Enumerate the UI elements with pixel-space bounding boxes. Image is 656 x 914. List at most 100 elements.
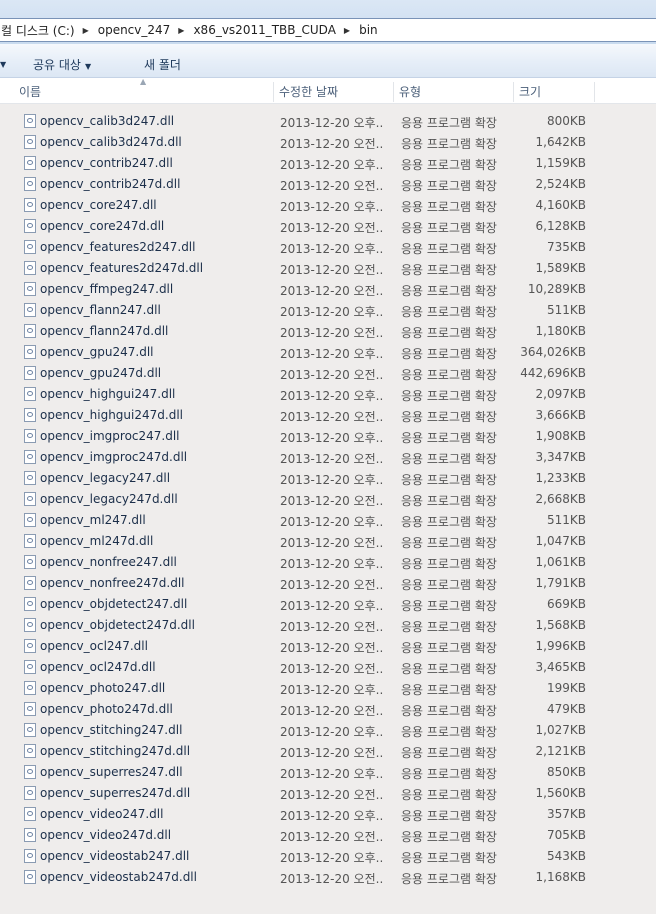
file-type: 응용 프로그램 확장 [401,179,497,193]
file-row[interactable]: opencv_features2d247.dll 2013-12-20 오후...… [0,237,656,258]
file-name: opencv_gpu247.dll [40,345,154,359]
breadcrumb-chevron-icon[interactable]: ▶ [83,26,89,35]
file-row[interactable]: opencv_imgproc247d.dll 2013-12-20 오전... 응용… [0,447,656,468]
file-row[interactable]: opencv_gpu247.dll 2013-12-20 오후... 응용 프로그램… [0,342,656,363]
file-date-modified: 2013-12-20 오후... [280,347,383,361]
breadcrumb-chevron-icon[interactable]: ▶ [344,26,350,35]
dll-file-icon [24,597,36,611]
column-size[interactable]: 크기 [514,78,594,103]
dll-file-icon [24,156,36,170]
breadcrumb-build[interactable]: x86_vs2011_TBB_CUDA [193,23,335,37]
file-row[interactable]: opencv_videostab247d.dll 2013-12-20 오전...… [0,867,656,888]
file-row[interactable]: opencv_ml247.dll 2013-12-20 오후... 응용 프로그램 … [0,510,656,531]
dll-file-icon [24,429,36,443]
breadcrumb-chevron-icon[interactable]: ▶ [178,26,184,35]
file-type: 응용 프로그램 확장 [401,200,497,214]
dll-file-icon [24,576,36,590]
file-row[interactable]: opencv_flann247d.dll 2013-12-20 오전... 응용 프… [0,321,656,342]
file-row[interactable]: opencv_objdetect247d.dll 2013-12-20 오전...… [0,615,656,636]
file-size: 1,589KB [535,261,586,275]
file-row[interactable]: opencv_superres247.dll 2013-12-20 오후... 응용… [0,762,656,783]
dll-file-icon [24,639,36,653]
dll-file-icon [24,807,36,821]
file-row[interactable]: opencv_core247d.dll 2013-12-20 오전... 응용 프로… [0,216,656,237]
breadcrumb-drive[interactable]: 컬 디스크 (C:) [1,22,75,39]
file-row[interactable]: opencv_calib3d247.dll 2013-12-20 오후... 응용 … [0,111,656,132]
file-row[interactable]: opencv_legacy247.dll 2013-12-20 오후... 응용 프… [0,468,656,489]
file-row[interactable]: opencv_gpu247d.dll 2013-12-20 오전... 응용 프로그… [0,363,656,384]
dll-file-icon [24,681,36,695]
file-row[interactable]: opencv_stitching247.dll 2013-12-20 오후... 응… [0,720,656,741]
file-row[interactable]: opencv_video247.dll 2013-12-20 오후... 응용 프로… [0,804,656,825]
file-size: 735KB [546,240,586,254]
column-name[interactable]: 이름 [14,78,273,103]
file-date-modified: 2013-12-20 오후... [280,431,383,445]
file-type: 응용 프로그램 확장 [401,347,497,361]
file-name: opencv_imgproc247.dll [40,429,180,443]
dll-file-icon [24,765,36,779]
file-row[interactable]: opencv_highgui247.dll 2013-12-20 오후... 응용 … [0,384,656,405]
file-row[interactable]: opencv_calib3d247d.dll 2013-12-20 오전... 응용… [0,132,656,153]
new-folder-button[interactable]: 새 폴더 [144,56,181,73]
file-date-modified: 2013-12-20 오후... [280,809,383,823]
file-date-modified: 2013-12-20 오후... [280,116,383,130]
file-type: 응용 프로그램 확장 [401,641,497,655]
file-row[interactable]: opencv_nonfree247.dll 2013-12-20 오후... 응용 … [0,552,656,573]
file-name: opencv_imgproc247d.dll [40,450,188,464]
file-size: 1,642KB [535,135,586,149]
file-size: 10,289KB [527,282,586,296]
column-type[interactable]: 유형 [394,78,513,103]
organize-button[interactable]: ▼ [0,56,6,70]
file-date-modified: 2013-12-20 오후... [280,200,383,214]
breadcrumb[interactable]: 컬 디스크 (C:) ▶ opencv_247 ▶ x86_vs2011_TBB… [0,18,656,42]
file-size: 1,168KB [535,870,586,884]
file-row[interactable]: opencv_ml247d.dll 2013-12-20 오전... 응용 프로그램… [0,531,656,552]
file-row[interactable]: opencv_ffmpeg247.dll 2013-12-20 오전... 응용 프… [0,279,656,300]
file-row[interactable]: opencv_imgproc247.dll 2013-12-20 오후... 응용 … [0,426,656,447]
file-name: opencv_features2d247.dll [40,240,196,254]
breadcrumb-bin[interactable]: bin [359,23,378,37]
file-row[interactable]: opencv_contrib247.dll 2013-12-20 오후... 응용 … [0,153,656,174]
dll-file-icon [24,513,36,527]
dll-file-icon [24,702,36,716]
file-row[interactable]: opencv_superres247d.dll 2013-12-20 오전... 응… [0,783,656,804]
file-row[interactable]: opencv_ocl247d.dll 2013-12-20 오전... 응용 프로그… [0,657,656,678]
file-row[interactable]: opencv_legacy247d.dll 2013-12-20 오전... 응용 … [0,489,656,510]
breadcrumb-opencv[interactable]: opencv_247 [98,23,171,37]
file-date-modified: 2013-12-20 오전... [280,137,383,151]
file-row[interactable]: opencv_stitching247d.dll 2013-12-20 오전...… [0,741,656,762]
dll-file-icon [24,450,36,464]
file-row[interactable]: opencv_nonfree247d.dll 2013-12-20 오전... 응용… [0,573,656,594]
dll-file-icon [24,744,36,758]
file-name: opencv_superres247d.dll [40,786,191,800]
file-row[interactable]: opencv_flann247.dll 2013-12-20 오후... 응용 프로… [0,300,656,321]
file-row[interactable]: opencv_ocl247.dll 2013-12-20 오전... 응용 프로그램… [0,636,656,657]
column-divider[interactable] [594,82,595,102]
file-row[interactable]: opencv_photo247.dll 2013-12-20 오후... 응용 프로… [0,678,656,699]
file-row[interactable]: opencv_video247d.dll 2013-12-20 오전... 응용 프… [0,825,656,846]
file-name: opencv_core247d.dll [40,219,165,233]
file-row[interactable]: opencv_core247.dll 2013-12-20 오후... 응용 프로그… [0,195,656,216]
file-date-modified: 2013-12-20 오후... [280,557,383,571]
file-row[interactable]: opencv_features2d247d.dll 2013-12-20 오전..… [0,258,656,279]
file-row[interactable]: opencv_photo247d.dll 2013-12-20 오전... 응용 프… [0,699,656,720]
dll-file-icon [24,492,36,506]
dll-file-icon [24,555,36,569]
file-row[interactable]: opencv_highgui247d.dll 2013-12-20 오전... 응용… [0,405,656,426]
file-row[interactable]: opencv_objdetect247.dll 2013-12-20 오후... 응… [0,594,656,615]
dll-file-icon [24,723,36,737]
file-name: opencv_ml247d.dll [40,534,154,548]
file-size: 3,465KB [535,660,586,674]
file-row[interactable]: opencv_videostab247.dll 2013-12-20 오후... 응… [0,846,656,867]
share-with-button[interactable]: 공유 대상 ▼ [33,56,91,73]
column-date-modified[interactable]: 수정한 날짜 [274,78,393,103]
file-size: 1,233KB [535,471,586,485]
file-size: 2,121KB [535,744,586,758]
file-date-modified: 2013-12-20 오후... [280,683,383,697]
file-date-modified: 2013-12-20 오전... [280,221,383,235]
file-row[interactable]: opencv_contrib247d.dll 2013-12-20 오전... 응용… [0,174,656,195]
file-type: 응용 프로그램 확장 [401,788,497,802]
file-name: opencv_photo247.dll [40,681,166,695]
file-type: 응용 프로그램 확장 [401,683,497,697]
file-size: 2,668KB [535,492,586,506]
